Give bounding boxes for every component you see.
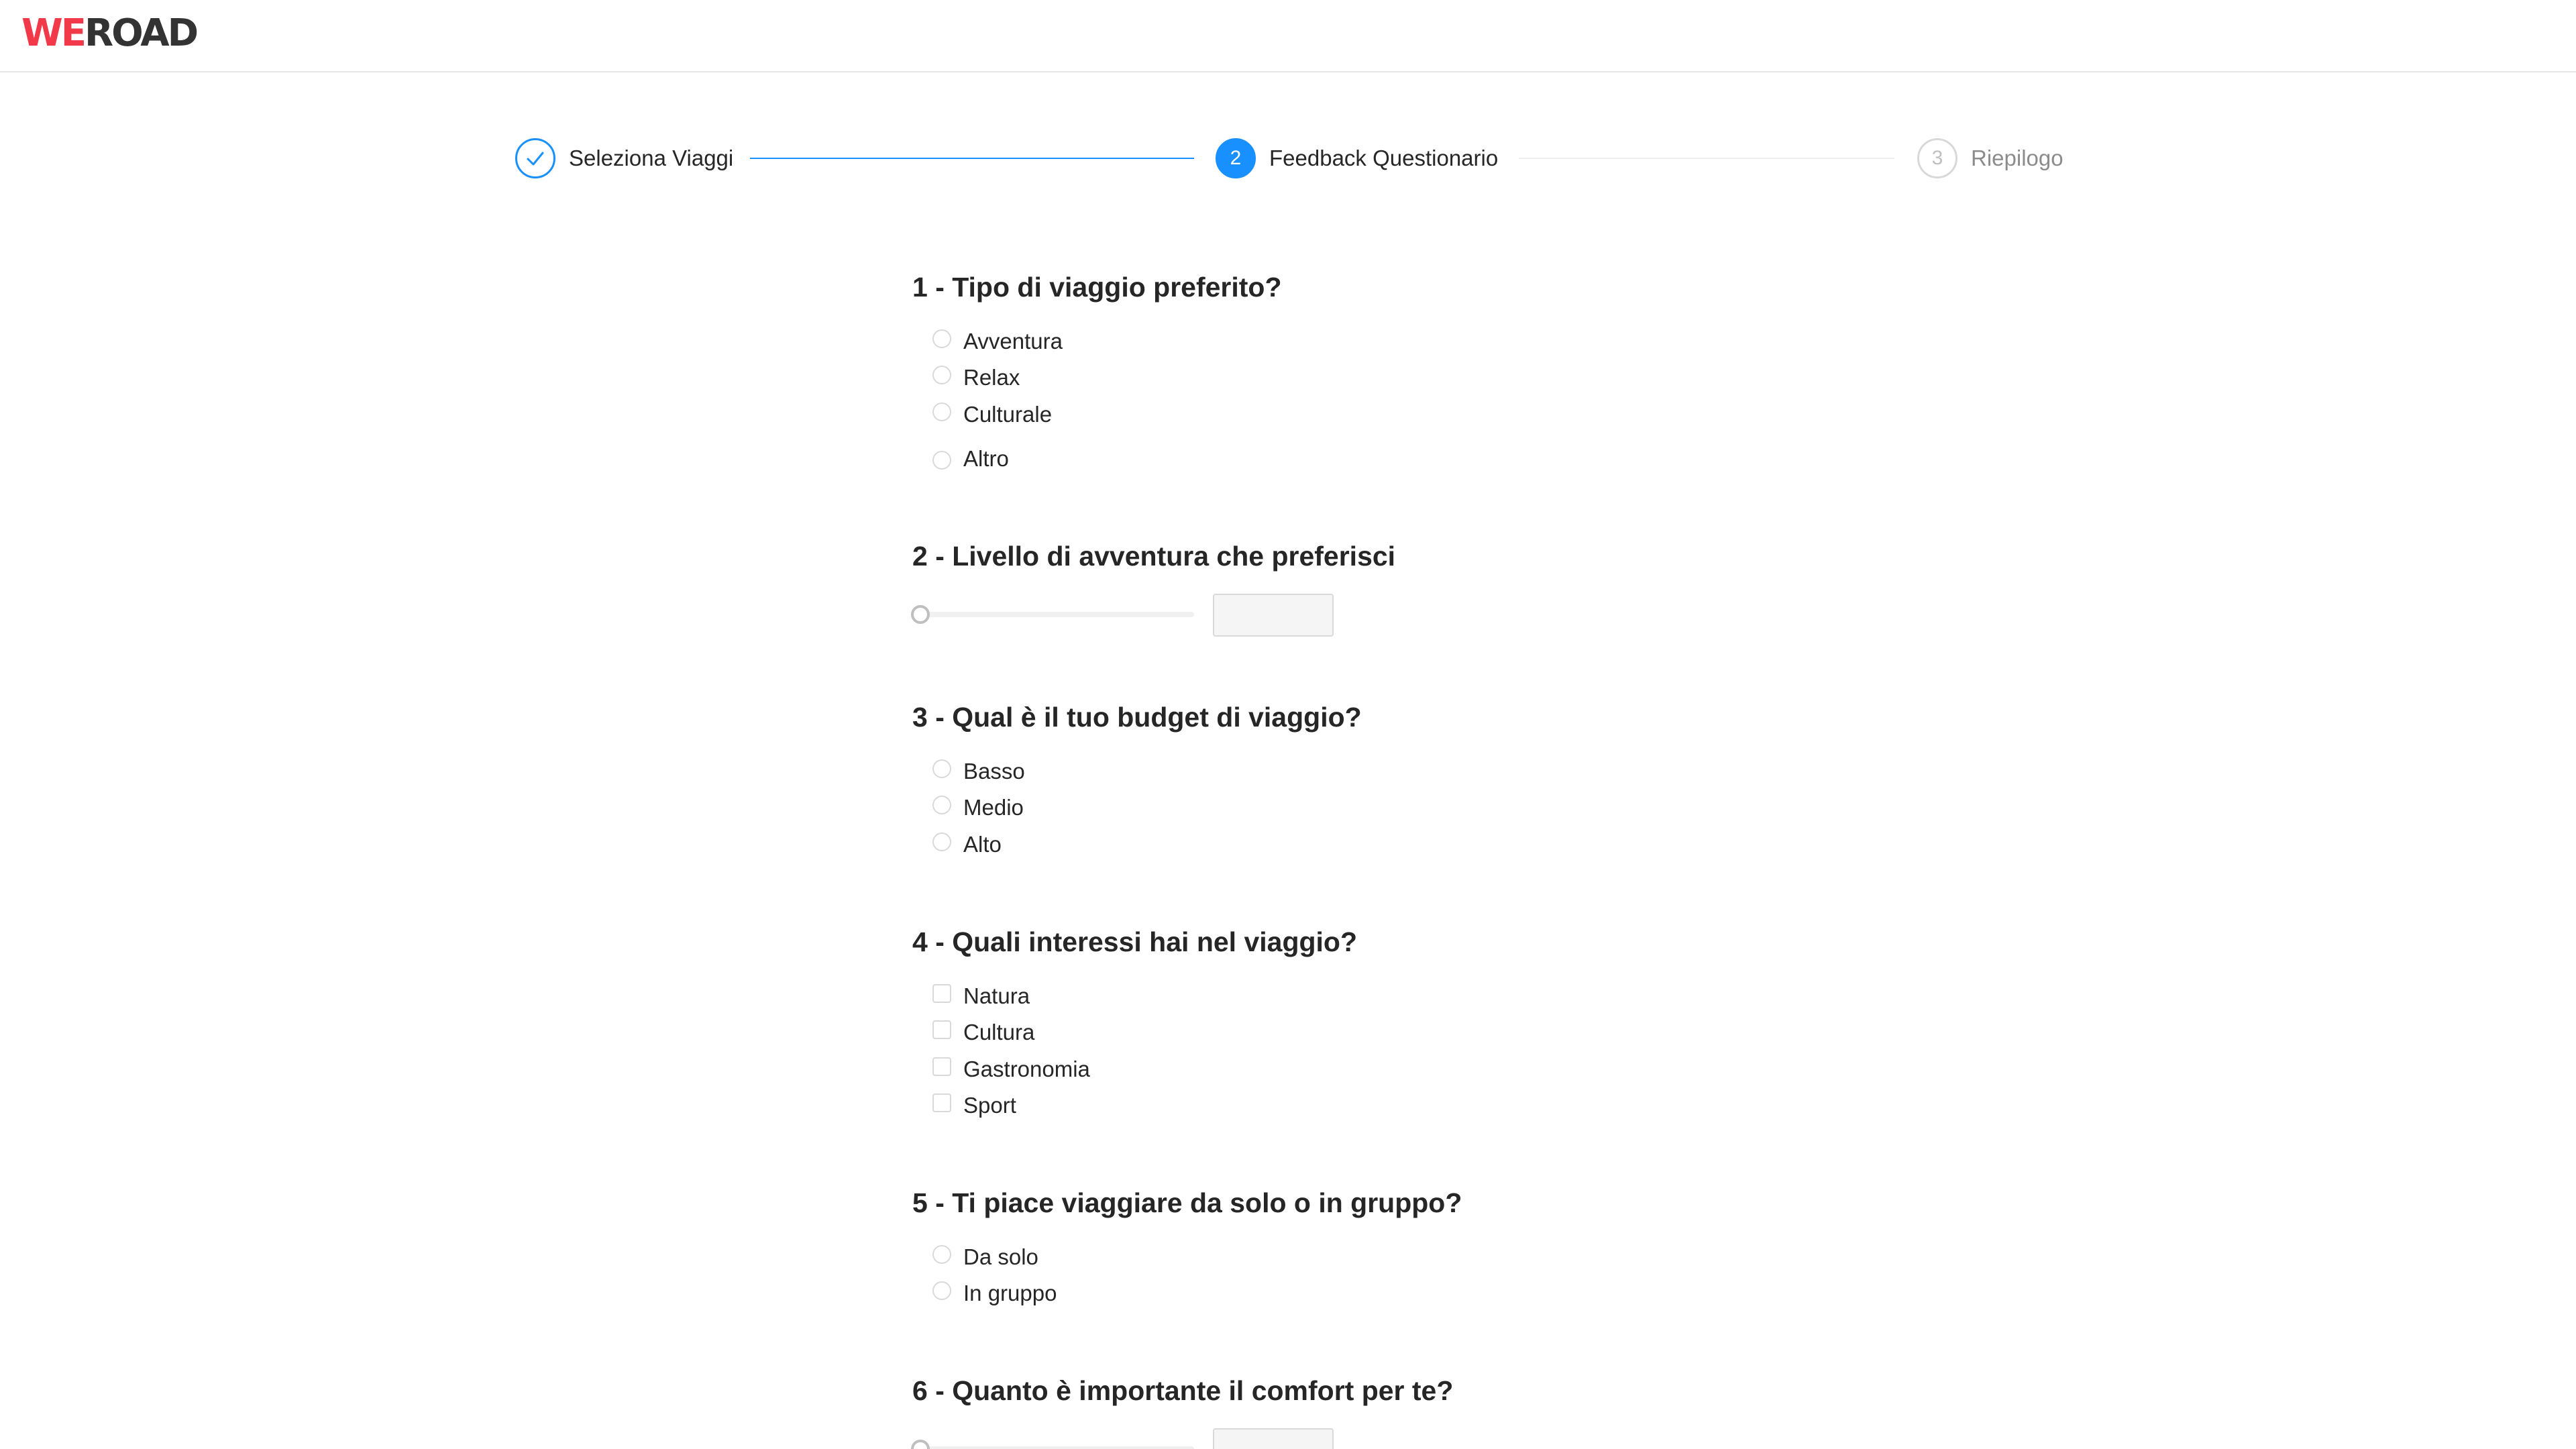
question-4-option-gastronomia[interactable]: Gastronomia [932, 1053, 1090, 1086]
option-label[interactable]: Sport [963, 1092, 1016, 1119]
checkbox[interactable] [932, 1057, 951, 1076]
question-5-option-da-solo[interactable]: Da solo [932, 1240, 1038, 1274]
radio-button[interactable] [932, 759, 951, 778]
option-label[interactable]: Natura [963, 983, 1030, 1010]
option-label[interactable]: Altro [963, 445, 1009, 472]
option-label[interactable]: Gastronomia [963, 1056, 1090, 1083]
option-label[interactable]: Culturale [963, 401, 1052, 428]
option-label[interactable]: Avventura [963, 328, 1063, 355]
radio-button[interactable] [932, 1281, 951, 1300]
question-1-option-avventura[interactable]: Avventura [932, 325, 1063, 358]
question-2-title: 2 - Livello di avventura che preferisci [912, 541, 1396, 572]
question-4-title: 4 - Quali interessi hai nel viaggio? [912, 926, 1358, 957]
step-connector-1 [750, 158, 1194, 159]
option-label[interactable]: Da solo [963, 1244, 1038, 1271]
radio-button[interactable] [932, 1245, 951, 1264]
question-6-title: 6 - Quanto è importante il comfort per t… [912, 1375, 1454, 1406]
radio-button[interactable] [932, 796, 951, 814]
radio-button[interactable] [932, 451, 951, 470]
question-1-title: 1 - Tipo di viaggio preferito? [912, 272, 1282, 303]
option-label[interactable]: In gruppo [963, 1280, 1057, 1307]
checkbox[interactable] [932, 984, 951, 1003]
question-4-option-natura[interactable]: Natura [932, 979, 1030, 1013]
progress-stepper: Seleziona Viaggi 2 Feedback Questionario… [0, 0, 2576, 215]
question-5-option-in-gruppo[interactable]: In gruppo [932, 1277, 1057, 1310]
check-icon [527, 152, 544, 166]
question-1-option-relax[interactable]: Relax [932, 361, 1020, 394]
question-3-option-medio[interactable]: Medio [932, 791, 1024, 824]
step-connector-2 [1519, 158, 1894, 159]
adventure-level-input[interactable] [1213, 594, 1334, 637]
step-1-label[interactable]: Seleziona Viaggi [569, 145, 733, 172]
option-label[interactable]: Relax [963, 364, 1020, 391]
radio-button[interactable] [932, 402, 951, 421]
comfort-level-slider[interactable] [914, 1446, 1194, 1449]
page: WEROAD Seleziona Viaggi 2 Feedback Quest… [0, 0, 2576, 1449]
step-1-check-icon[interactable] [515, 138, 555, 178]
step-3-label[interactable]: Riepilogo [1971, 145, 2063, 172]
question-1-option-culturale[interactable]: Culturale [932, 398, 1052, 431]
adventure-level-slider[interactable] [914, 612, 1194, 617]
radio-button[interactable] [932, 833, 951, 851]
question-3-option-basso[interactable]: Basso [932, 755, 1025, 788]
question-3-title: 3 - Qual è il tuo budget di viaggio? [912, 702, 1362, 733]
radio-button[interactable] [932, 329, 951, 348]
comfort-level-input[interactable] [1213, 1428, 1334, 1449]
radio-button[interactable] [932, 366, 951, 384]
step-2-circle[interactable]: 2 [1216, 138, 1256, 178]
checkbox[interactable] [932, 1020, 951, 1039]
question-4-option-sport[interactable]: Sport [932, 1089, 1016, 1122]
question-1-option-altro[interactable]: Altro [932, 442, 1009, 476]
option-label[interactable]: Basso [963, 758, 1025, 785]
question-4-option-cultura[interactable]: Cultura [932, 1016, 1034, 1049]
adventure-slider-handle[interactable] [911, 605, 930, 624]
question-5-title: 5 - Ti piace viaggiare da solo o in grup… [912, 1187, 1462, 1218]
comfort-slider-handle[interactable] [911, 1440, 930, 1449]
checkbox[interactable] [932, 1093, 951, 1112]
option-label[interactable]: Alto [963, 831, 1002, 858]
option-label[interactable]: Medio [963, 794, 1024, 821]
step-2-label[interactable]: Feedback Questionario [1269, 145, 1498, 172]
step-3-circle[interactable]: 3 [1917, 138, 1957, 178]
option-label[interactable]: Cultura [963, 1019, 1034, 1046]
question-3-option-alto[interactable]: Alto [932, 828, 1002, 861]
